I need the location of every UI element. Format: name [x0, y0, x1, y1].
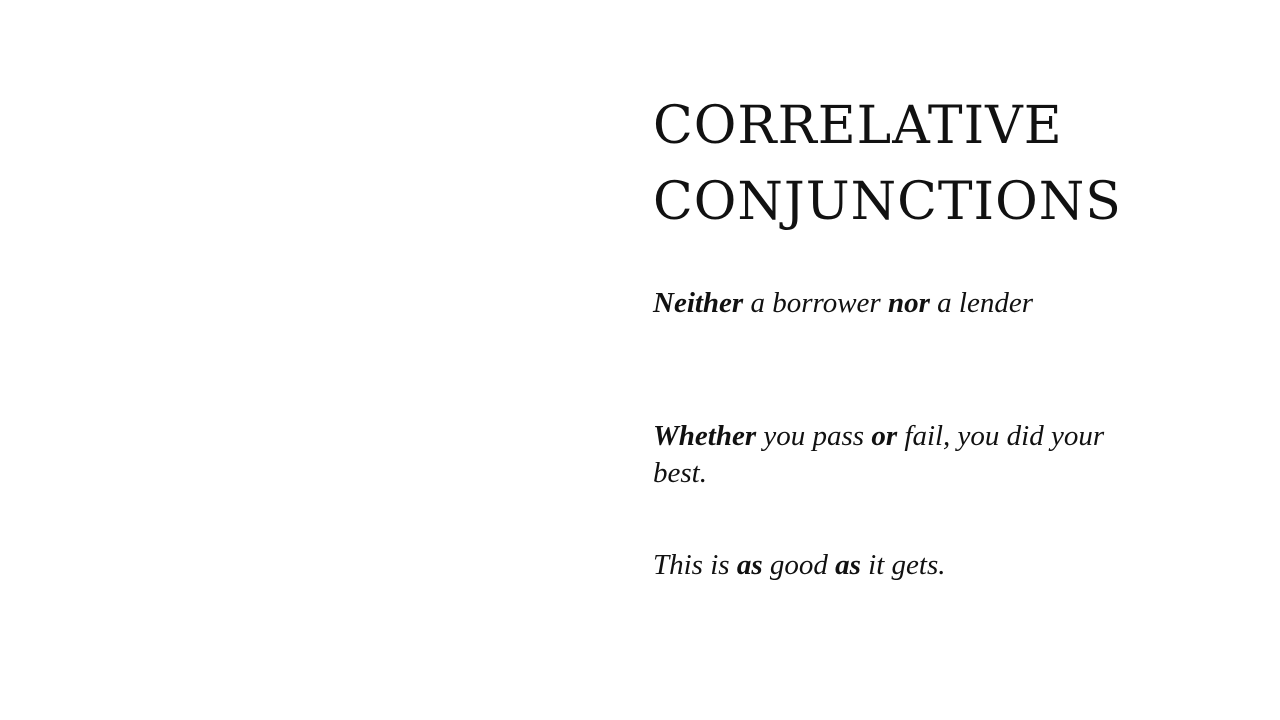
sentence-text: This is	[653, 549, 737, 581]
sentence-text: it gets.	[860, 549, 946, 581]
sentence-text: a borrower	[743, 287, 888, 319]
conjunction-word: as	[835, 549, 861, 581]
slide: CORRELATIVE CONJUNCTIONS Neither a borro…	[0, 0, 1280, 720]
conjunction-word: as	[736, 549, 763, 581]
sentence-text: a lender	[929, 287, 1033, 319]
conjunction-word: nor	[887, 287, 930, 319]
example-sentence-whether-or: Whether you pass or fail, you did your b…	[653, 418, 1123, 492]
sentence-text: you pass	[756, 420, 872, 452]
title-line-1: CORRELATIVE	[653, 96, 1063, 156]
slide-title: CORRELATIVE CONJUNCTIONS	[653, 88, 1213, 240]
conjunction-word: or	[871, 420, 898, 452]
example-sentence-neither-nor: Neither a borrower nor a lender	[653, 285, 1123, 322]
conjunction-word: Whether	[653, 420, 757, 452]
sentence-text: good	[762, 549, 836, 581]
title-line-2: CONJUNCTIONS	[653, 172, 1122, 232]
example-sentence-as-as: This is as good as it gets.	[653, 547, 1123, 584]
conjunction-word: Neither	[653, 287, 744, 319]
